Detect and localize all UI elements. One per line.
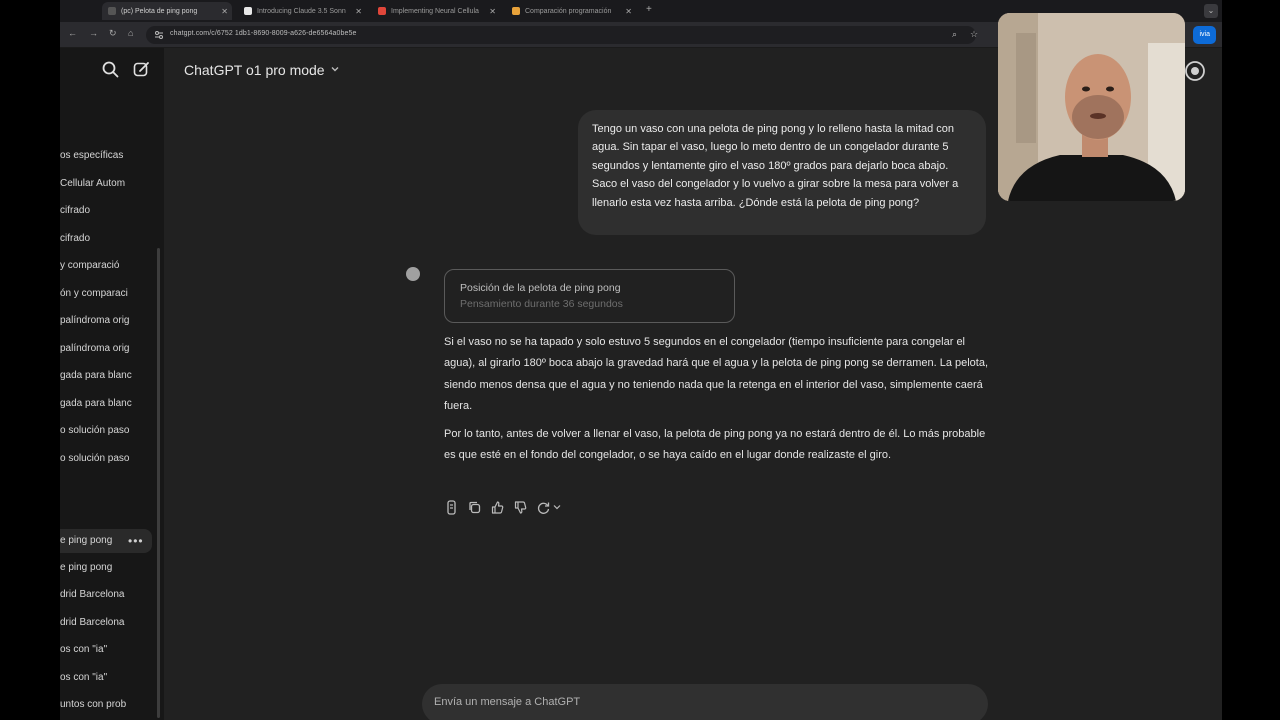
regenerate-icon[interactable] — [536, 500, 551, 515]
sidebar-chat-item[interactable]: os específicas — [60, 149, 156, 163]
sidebar-chat-item[interactable]: cifrado — [60, 204, 156, 218]
copy-icon[interactable] — [467, 500, 482, 515]
browser-tab[interactable]: Comparación programación ✕ — [506, 2, 636, 20]
presenter-video-image — [998, 13, 1185, 201]
sidebar-scrollbar[interactable] — [157, 248, 160, 718]
sidebar-chat-item[interactable]: o solución paso — [60, 452, 156, 466]
sidebar-chat-item[interactable]: cifrado — [60, 232, 156, 246]
sidebar-chat-item[interactable]: os con "ia" — [60, 671, 156, 685]
message-input[interactable] — [434, 696, 854, 708]
profile-avatar-icon[interactable] — [1184, 60, 1206, 82]
url-field[interactable]: chatgpt.com/c/6752 1db1-8690-8009-a626-d… — [146, 26, 976, 44]
model-selector[interactable]: ChatGPT o1 pro mode — [184, 62, 325, 78]
share-button[interactable]: ivia — [1193, 26, 1216, 44]
assistant-avatar-icon — [406, 267, 420, 281]
reasoning-summary-card[interactable]: Posición de la pelota de ping pong Pensa… — [444, 269, 735, 323]
user-message-bubble: Tengo un vaso con una pelota de ping pon… — [578, 110, 986, 235]
search-icon[interactable]: ⌕ — [952, 29, 957, 40]
sidebar-chat-item[interactable]: y comparació — [60, 259, 156, 273]
forward-icon[interactable]: → — [89, 28, 98, 38]
tab-close-icon[interactable]: ✕ — [489, 7, 496, 16]
tab-favicon-icon — [244, 7, 252, 15]
new-chat-icon[interactable] — [133, 61, 150, 78]
sidebar-chat-item[interactable]: drid Barcelona — [60, 616, 156, 630]
chevron-down-icon[interactable] — [330, 64, 340, 74]
reload-icon[interactable]: ↻ — [109, 28, 117, 39]
tab-close-icon[interactable]: ✕ — [221, 7, 228, 16]
sidebar-chat-item[interactable]: e ping pong — [60, 561, 156, 575]
thumbs-up-icon[interactable] — [490, 500, 505, 515]
sidebar-chat-item[interactable]: palíndroma orig — [60, 314, 156, 328]
site-info-icon[interactable] — [154, 30, 164, 40]
tab-favicon-icon — [378, 7, 386, 15]
tab-favicon-icon — [108, 7, 116, 15]
message-actions — [444, 498, 561, 516]
user-message-text: Tengo un vaso con una pelota de ping pon… — [592, 123, 959, 209]
sidebar-chat-item[interactable]: gada para blanc — [60, 369, 156, 383]
window-menu-icon[interactable]: ⌄ — [1204, 4, 1218, 18]
sidebar-chat-item[interactable]: Cellular Autom — [60, 177, 156, 191]
new-tab-icon[interactable]: + — [646, 4, 652, 15]
browser-tab[interactable]: (pc) Pelota de ping pong ✕ — [102, 2, 232, 20]
read-aloud-icon[interactable] — [444, 499, 459, 515]
chat-history-sidebar: os específicas Cellular Autom cifrado ci… — [60, 48, 164, 720]
browser-tab[interactable]: Introducing Claude 3.5 Sonn ✕ — [238, 2, 366, 20]
tab-title: Comparación programación — [525, 7, 612, 15]
sidebar-chat-item[interactable]: drid Barcelona — [60, 588, 156, 602]
back-icon[interactable]: ← — [68, 28, 77, 38]
assistant-answer-paragraph: Si el vaso no se ha tapado y solo estuvo… — [444, 336, 989, 413]
tab-title: (pc) Pelota de ping pong — [121, 7, 198, 15]
reasoning-duration: Pensamiento durante 36 segundos — [460, 298, 623, 310]
chevron-down-icon[interactable] — [553, 503, 561, 511]
home-icon[interactable]: ⌂ — [128, 28, 133, 38]
sidebar-chat-item[interactable]: ón y comparaci — [60, 287, 156, 301]
search-icon[interactable] — [102, 61, 119, 78]
webcam-overlay — [998, 13, 1185, 201]
browser-tab[interactable]: Implementing Neural Cellula ✕ — [372, 2, 500, 20]
message-composer — [422, 684, 988, 720]
thumbs-down-icon[interactable] — [513, 500, 528, 515]
reasoning-title: Posición de la pelota de ping pong — [460, 282, 621, 294]
sidebar-chat-item[interactable]: gada para blanc — [60, 397, 156, 411]
sidebar-chat-item[interactable]: untos con prob — [60, 698, 156, 712]
bookmark-star-icon[interactable]: ☆ — [970, 29, 978, 40]
tab-close-icon[interactable]: ✕ — [625, 7, 632, 16]
chat-options-icon[interactable]: ••• — [128, 534, 144, 548]
url-text: chatgpt.com/c/6752 1db1-8690-8009-a626-d… — [170, 30, 357, 37]
tab-title: Introducing Claude 3.5 Sonn — [257, 7, 346, 15]
tab-close-icon[interactable]: ✕ — [355, 7, 362, 16]
assistant-answer-paragraph: Por lo tanto, antes de volver a llenar e… — [444, 428, 986, 462]
tab-title: Implementing Neural Cellula — [391, 7, 479, 15]
sidebar-chat-item[interactable]: palíndroma orig — [60, 342, 156, 356]
sidebar-chat-item[interactable]: os con "ia" — [60, 643, 156, 657]
sidebar-chat-item[interactable]: o solución paso — [60, 424, 156, 438]
tab-favicon-icon — [512, 7, 520, 15]
